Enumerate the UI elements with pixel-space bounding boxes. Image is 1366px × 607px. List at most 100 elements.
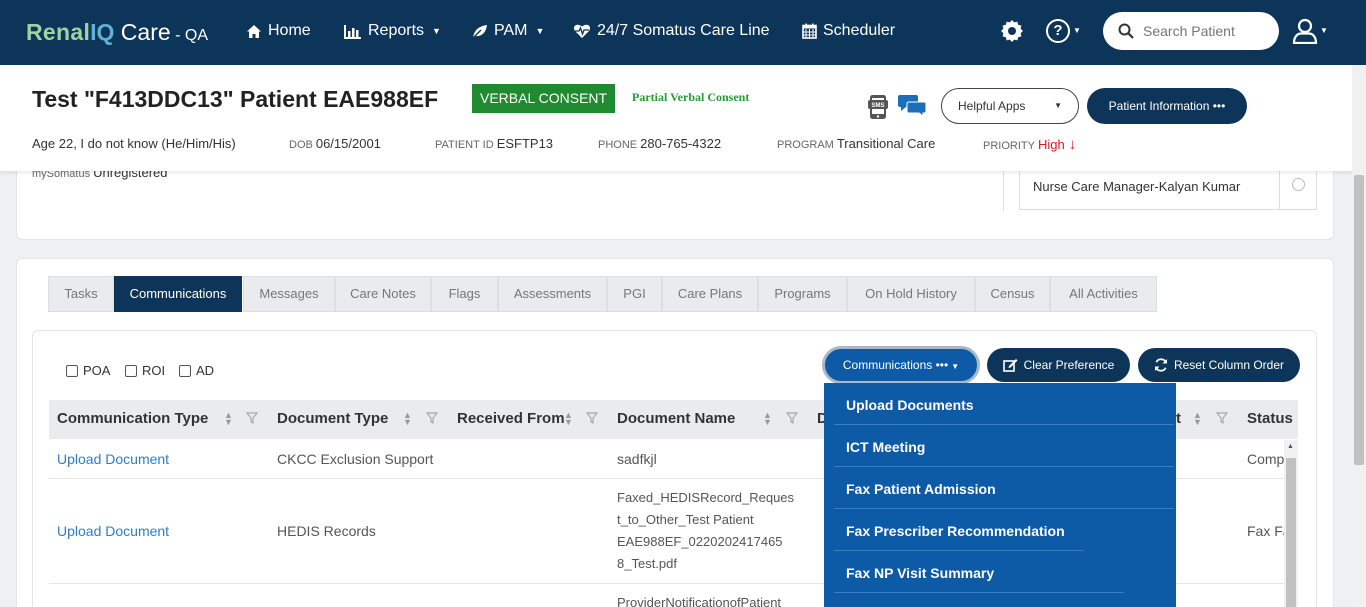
menu-item-fax-patient-admission[interactable]: Fax Patient Admission xyxy=(846,481,996,497)
clear-preference-button[interactable]: Clear Preference xyxy=(987,348,1130,382)
row-comm-type-link[interactable]: Upload Document xyxy=(57,523,169,539)
filter-icon[interactable] xyxy=(1216,412,1228,424)
pid-value: ESFTP13 xyxy=(496,136,554,151)
sms-icon[interactable]: SMS xyxy=(868,94,888,120)
tab-census[interactable]: Census xyxy=(975,276,1050,312)
patient-id: PATIENT ID ESFTP13 xyxy=(435,136,553,151)
menu-item-fax-prescriber-recommendation[interactable]: Fax Prescriber Recommendation xyxy=(846,523,1065,539)
tab-messages[interactable]: Messages xyxy=(243,276,335,312)
tab-flags[interactable]: Flags xyxy=(431,276,498,312)
arrow-down-icon: ↓ xyxy=(1068,136,1077,153)
search-box xyxy=(1103,12,1279,50)
tab-assessments[interactable]: Assessments xyxy=(498,276,607,312)
gear-icon[interactable] xyxy=(1000,19,1024,43)
partial-consent-label: Partial Verbal Consent xyxy=(632,90,750,104)
roi-label: ROI xyxy=(142,363,166,378)
poa-label: POA xyxy=(83,363,111,378)
tab-all-activities[interactable]: All Activities xyxy=(1050,276,1157,312)
heartbeat-icon xyxy=(573,24,591,38)
divider xyxy=(834,466,1174,467)
dob-value: 06/15/2001 xyxy=(315,136,381,151)
tab-pgi[interactable]: PGI xyxy=(607,276,662,312)
col-t-partial[interactable]: t xyxy=(1176,410,1181,427)
tab-care-notes[interactable]: Care Notes xyxy=(335,276,431,312)
tab-communications[interactable]: Communications xyxy=(114,276,242,312)
tab-on-hold-history[interactable]: On Hold History xyxy=(847,276,975,312)
home-icon xyxy=(247,24,261,38)
care-team-radio[interactable] xyxy=(1292,178,1305,191)
nav-pam[interactable]: PAM ▼ xyxy=(471,22,544,40)
sort-icon[interactable]: ▲ ▼ xyxy=(1193,411,1202,427)
row-doc-name-line: 8_Test.pdf xyxy=(617,556,677,571)
ad-label: AD xyxy=(196,363,215,378)
col-status[interactable]: Status xyxy=(1247,410,1293,427)
col-communication-type[interactable]: Communication Type xyxy=(57,410,208,427)
row-doc-type: HEDIS Records xyxy=(277,523,376,539)
helpful-apps-dropdown[interactable]: Helpful Apps ▼ xyxy=(941,88,1079,124)
patient-dob: DOB 06/15/2001 xyxy=(289,136,381,151)
sort-icon[interactable]: ▲ ▼ xyxy=(403,411,412,427)
phone-value: 280-765-4322 xyxy=(640,136,722,151)
divider xyxy=(834,424,1174,425)
row-doc-name-line: ProviderNotificationofPatient xyxy=(617,595,782,607)
filter-icon[interactable] xyxy=(586,412,598,424)
care-team-member-name: Nurse Care Manager-Kalyan Kumar xyxy=(1033,179,1241,194)
filter-icon[interactable] xyxy=(786,412,798,424)
filter-icon[interactable] xyxy=(426,412,438,424)
brand-env: - QA xyxy=(170,27,209,44)
divider xyxy=(1279,165,1280,209)
patient-phone: PHONE 280-765-4322 xyxy=(598,136,721,151)
sort-icon[interactable]: ▲ ▼ xyxy=(224,411,233,427)
program-label: PROGRAM xyxy=(777,139,834,151)
scroll-up-icon[interactable]: ▲ xyxy=(1287,443,1294,450)
row-comm-type-link[interactable]: Upload Document xyxy=(57,451,169,467)
nav-home-label: Home xyxy=(268,22,311,39)
divider xyxy=(834,550,1084,551)
sort-icon[interactable]: ▲ ▼ xyxy=(564,411,573,427)
checkbox-box[interactable] xyxy=(125,364,137,377)
tab-care-plans[interactable]: Care Plans xyxy=(662,276,758,312)
search-patient-input[interactable] xyxy=(1143,21,1268,41)
app-logo[interactable]: RenalIQ Care - QA xyxy=(26,19,208,46)
col-document-type[interactable]: Document Type xyxy=(277,410,388,427)
leaf-icon xyxy=(472,24,487,38)
consent-badge: VERBAL CONSENT xyxy=(472,84,616,113)
tab-tasks[interactable]: Tasks xyxy=(48,276,114,312)
nav-care-line[interactable]: 24/7 Somatus Care Line xyxy=(573,22,770,40)
brand-renal: Renal xyxy=(26,19,91,45)
phone-label: PHONE xyxy=(598,139,638,151)
checkbox-box[interactable] xyxy=(179,364,191,377)
table-scroll-thumb[interactable] xyxy=(1286,458,1296,607)
menu-item-ict-meeting[interactable]: ICT Meeting xyxy=(846,439,925,455)
nav-reports[interactable]: Reports ▼ xyxy=(344,22,441,40)
poa-checkbox[interactable]: POA xyxy=(66,363,110,378)
search-icon xyxy=(1118,23,1134,39)
help-icon[interactable]: ? xyxy=(1046,19,1070,43)
ad-checkbox[interactable]: AD xyxy=(179,363,214,378)
divider xyxy=(834,592,1124,593)
chevron-down-icon: ▼ xyxy=(535,26,545,36)
calendar-icon xyxy=(802,23,817,39)
menu-item-fax-np-visit-summary[interactable]: Fax NP Visit Summary xyxy=(846,565,994,581)
reset-column-order-label: Reset Column Order xyxy=(1173,358,1285,372)
nav-scheduler[interactable]: Scheduler xyxy=(802,22,895,40)
communications-menu-button[interactable]: Communications ••• ▼ xyxy=(822,346,980,384)
col-document-name[interactable]: Document Name xyxy=(617,410,735,427)
roi-checkbox[interactable]: ROI xyxy=(125,363,165,378)
patient-age: Age 22, I do not know (He/Him/His) xyxy=(32,136,236,151)
checkbox-box[interactable] xyxy=(66,364,78,377)
chevron-down-icon: ▼ xyxy=(951,362,960,371)
user-icon[interactable] xyxy=(1292,18,1318,44)
divider xyxy=(834,508,1174,509)
brand-care: Care xyxy=(114,19,171,45)
sort-icon[interactable]: ▲ ▼ xyxy=(763,411,772,427)
reset-column-order-button[interactable]: Reset Column Order xyxy=(1138,348,1300,382)
tab-programs[interactable]: Programs xyxy=(758,276,847,312)
page-scroll-thumb[interactable] xyxy=(1354,175,1364,465)
chat-icon[interactable] xyxy=(897,93,927,117)
nav-home[interactable]: Home xyxy=(246,22,311,40)
col-received-from[interactable]: Received From xyxy=(457,410,565,427)
filter-icon[interactable] xyxy=(246,412,258,424)
menu-item-upload-documents[interactable]: Upload Documents xyxy=(846,397,974,413)
patient-information-button[interactable]: Patient Information ••• xyxy=(1087,88,1247,124)
